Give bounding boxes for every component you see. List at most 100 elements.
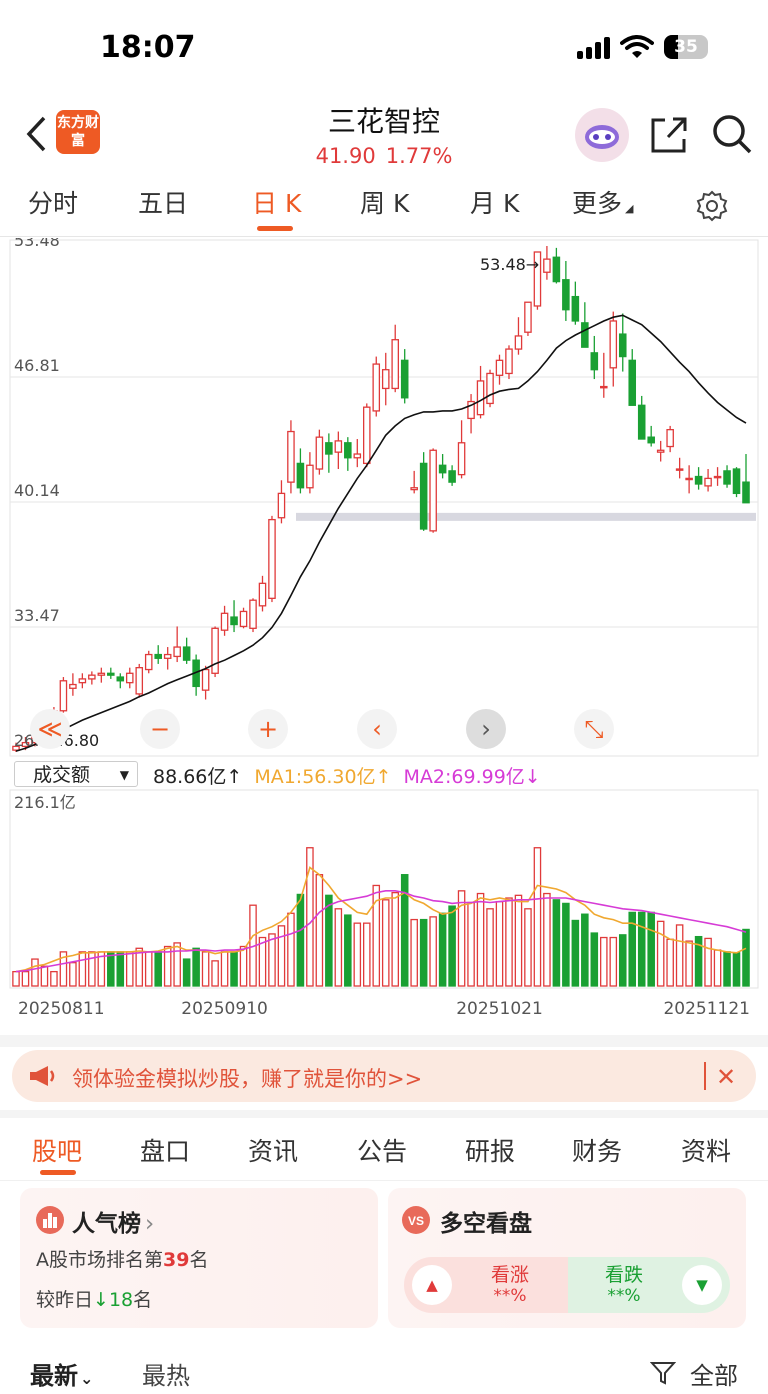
volume-bar [429, 916, 437, 987]
filter-all[interactable]: 全部 [690, 1356, 738, 1391]
triangle-down-icon: ◢ [625, 202, 634, 215]
candle-body [230, 616, 238, 626]
tab-research[interactable]: 研报 [465, 1132, 515, 1168]
candle-body [325, 442, 333, 455]
candle-body [249, 599, 257, 629]
section-divider [0, 1035, 768, 1047]
candle-body [448, 470, 456, 483]
volume-bar [287, 912, 295, 987]
gear-icon[interactable] [696, 190, 728, 222]
tab-profile[interactable]: 资料 [681, 1132, 731, 1168]
popularity-change: 较昨日↓18名 [36, 1285, 152, 1312]
candle-body [116, 676, 125, 682]
volume-ma1-line [15, 866, 747, 973]
tab-more[interactable]: 更多 ◢ [572, 184, 633, 220]
status-icons: 35 [577, 34, 708, 60]
kline-y-ticks: 53.4846.8140.1433.4726.80 [14, 238, 60, 750]
volume-bar [173, 942, 181, 987]
volume-bar [552, 899, 561, 987]
candle-body [69, 683, 77, 689]
triangle-down-icon: ▼ [682, 1265, 722, 1305]
tab-weekly-k[interactable]: 周 K [360, 184, 409, 220]
x-tick-label: 20250811 [18, 999, 105, 1019]
popularity-title-label: 人气榜 [72, 1211, 141, 1237]
promo-text[interactable]: 领体验金模拟炒股，赚了就是你的>> [72, 1063, 422, 1093]
volume-bar [125, 951, 134, 987]
candle-body [211, 627, 219, 674]
volume-bar [486, 908, 494, 987]
tab-more-label: 更多 [572, 189, 623, 218]
x-tick-label: 20251121 [663, 999, 750, 1019]
scroll-left-button[interactable]: ‹ [357, 709, 397, 749]
volume-bar [675, 924, 684, 987]
volume-bar [713, 949, 722, 987]
x-tick-label: 20251021 [456, 999, 543, 1019]
volume-bar [135, 947, 144, 987]
candle-body [628, 359, 637, 406]
tab-intraday[interactable]: 分时 [28, 184, 78, 220]
volume-bar [685, 940, 693, 987]
candle-body [675, 468, 684, 471]
chevron-left-icon: ‹ [372, 715, 382, 743]
assistant-robot-icon[interactable] [575, 108, 629, 162]
candle-body [552, 256, 561, 283]
zoom-in-button[interactable]: + [248, 709, 288, 749]
tab-pankou[interactable]: 盘口 [140, 1132, 190, 1168]
candle-body [306, 464, 314, 489]
candle-body [524, 301, 532, 333]
candle-body [543, 258, 551, 273]
volume-bar [476, 892, 485, 987]
sort-hot[interactable]: 最热 [142, 1356, 190, 1391]
candle-body [704, 477, 712, 487]
volume-bar [647, 911, 655, 987]
expand-icon: ⤡ [584, 715, 604, 743]
volume-bar [467, 901, 475, 987]
rewind-button[interactable]: ≪ [30, 709, 70, 749]
candle-body [173, 646, 181, 658]
promo-divider [704, 1062, 706, 1090]
rank-prefix: A股市场排名第 [36, 1249, 163, 1271]
candle-body [334, 440, 343, 453]
candle-body [571, 295, 580, 322]
bull-label: 看涨 [490, 1264, 529, 1286]
sort-latest[interactable]: 最新 ⌄ [30, 1356, 93, 1391]
share-icon[interactable] [648, 114, 690, 156]
candle-body [637, 404, 646, 440]
volume-bar [334, 908, 343, 987]
double-left-arrow-icon: ≪ [37, 715, 63, 743]
zoom-out-button[interactable]: − [140, 709, 180, 749]
volume-bar [581, 913, 589, 987]
tab-daily-k[interactable]: 日 K [252, 184, 301, 220]
y-tick-label: 46.81 [14, 356, 60, 375]
tab-guba[interactable]: 股吧 [32, 1132, 82, 1168]
close-icon[interactable]: ✕ [716, 1063, 736, 1091]
volume-bar [69, 962, 77, 987]
candle-body [429, 449, 437, 532]
volume-bar [201, 951, 210, 987]
volume-bar [419, 918, 428, 987]
candle-body [315, 436, 324, 470]
tab-finance[interactable]: 财务 [572, 1132, 622, 1168]
popularity-title[interactable]: 人气榜 › [72, 1204, 154, 1238]
change-suffix: 名 [133, 1289, 153, 1311]
kline-chart[interactable]: 53.4846.8140.1433.4726.80 53.48→ ←26.80 [0, 238, 768, 758]
bear-pct: **% [607, 1286, 641, 1306]
tab-monthly-k[interactable]: 月 K [470, 184, 519, 220]
fullscreen-button[interactable]: ⤡ [574, 709, 614, 749]
candle-body [107, 672, 115, 676]
search-icon[interactable] [710, 112, 754, 156]
volume-bar [258, 936, 267, 987]
tab-announcements[interactable]: 公告 [357, 1132, 407, 1168]
filter-icon[interactable] [650, 1360, 676, 1386]
scroll-right-button[interactable]: › [466, 709, 506, 749]
candle-body [239, 610, 248, 628]
candle-body [666, 429, 674, 448]
candle-body [656, 449, 665, 453]
volume-chart[interactable]: 216.1亿 20250811 20250910 20251021 20251121 [0, 760, 768, 1030]
candle-body [296, 462, 305, 489]
tab-news[interactable]: 资讯 [248, 1132, 298, 1168]
tab-five-day[interactable]: 五日 [138, 184, 188, 220]
candle-body [182, 646, 191, 661]
bull-pct: **% [493, 1286, 527, 1306]
kline-ma-line [15, 314, 747, 752]
